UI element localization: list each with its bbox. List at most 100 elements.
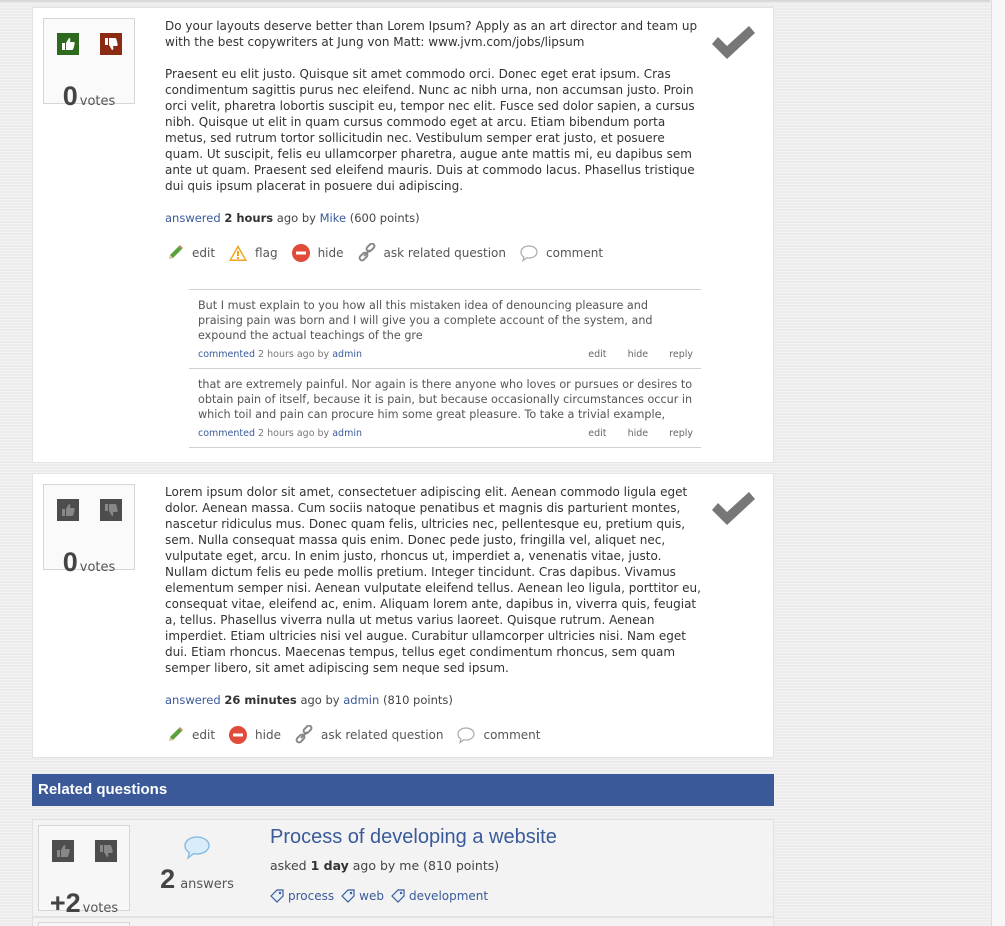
hide-label: hide (255, 728, 281, 742)
comment-edit-button[interactable]: edit (588, 428, 606, 439)
answer-item: 0 votes Lorem ipsum dolor sit amet, conse… (32, 473, 774, 758)
answer-ago-by: ago by (276, 211, 316, 225)
vote-up-button[interactable] (57, 33, 79, 55)
vote-label: votes (79, 94, 116, 109)
answer-user-link[interactable]: admin (343, 693, 379, 707)
tag-link[interactable]: development (391, 889, 488, 903)
comment-meta: commented 2 hours ago by admin edit hide… (198, 347, 693, 362)
asked-time: 1 day (310, 858, 349, 873)
no-entry-icon (291, 243, 311, 263)
answer-user-link[interactable]: Mike (320, 211, 346, 225)
comment-time: 2 hours ago by (258, 428, 330, 439)
comment-time: 2 hours ago by (258, 349, 330, 360)
thumbs-down-icon (105, 38, 118, 50)
vote-up-button[interactable] (57, 499, 79, 521)
answer-paragraph: Do your layouts deserve better than Lore… (165, 19, 698, 49)
comment-reply-button[interactable]: reply (669, 349, 693, 360)
answer-item: 0 votes Do your layouts deserve better th… (32, 7, 774, 463)
answer-meta: answered 2 hours ago by Mike (600 points… (165, 210, 703, 226)
comment-edit-button[interactable]: edit (588, 349, 606, 360)
speech-bubble-icon (456, 725, 476, 745)
flag-label: flag (255, 246, 278, 260)
edit-label: edit (192, 728, 216, 742)
vote-box: +2 votes (38, 825, 130, 918)
comment-actions: edit hide reply (570, 426, 693, 441)
flag-button[interactable]: flag (228, 243, 278, 263)
vote-label: votes (79, 560, 116, 575)
comment-hide-button[interactable]: hide (628, 349, 649, 360)
tag-link[interactable]: process (270, 889, 334, 903)
comment-label: comment (483, 728, 541, 742)
answer-content: Do your layouts deserve better than Lore… (165, 18, 703, 263)
accept-answer-check-icon[interactable] (709, 24, 757, 62)
comment-user-link[interactable]: admin (332, 349, 362, 360)
related-question-meta: asked 1 day ago by me (810 points) (270, 858, 499, 873)
ask-related-label: ask related question (321, 728, 444, 742)
related-question-title[interactable]: Process of developing a website (270, 826, 557, 849)
related-questions-header: Related questions (32, 774, 774, 806)
warning-icon (228, 243, 248, 263)
hide-button[interactable]: hide (228, 725, 281, 745)
answer-actions: edit flag hide ask related question comm… (165, 243, 703, 263)
tag-label: web (359, 889, 384, 903)
accept-answer-check-icon[interactable] (709, 490, 757, 528)
comment-button[interactable]: comment (519, 243, 603, 263)
tag-link[interactable]: web (341, 889, 384, 903)
comment-user-link[interactable]: admin (332, 428, 362, 439)
ask-related-label: ask related question (383, 246, 507, 260)
vote-count: +2 votes (39, 888, 129, 919)
thumbs-up-icon (62, 504, 75, 516)
vote-count: 0 votes (44, 547, 134, 578)
thumbs-up-icon (57, 845, 70, 857)
no-entry-icon (228, 725, 248, 745)
vote-up-button[interactable] (52, 840, 74, 862)
comment-actions: edit hide reply (570, 347, 693, 362)
edit-button[interactable]: edit (165, 243, 215, 263)
thumbs-up-icon (62, 38, 75, 50)
answer-content: Lorem ipsum dolor sit amet, consectetuer… (165, 484, 703, 745)
answered-link[interactable]: answered (165, 693, 221, 707)
thumbs-down-icon (100, 845, 113, 857)
answer-actions: edit hide ask related question comment (165, 725, 703, 745)
answer-time: 26 minutes (224, 693, 297, 707)
related-question-item: +2 votes 2 answers Process of developing … (32, 819, 774, 918)
comment-list: But I must explain to you how all this m… (189, 289, 701, 448)
vote-down-button[interactable] (95, 840, 117, 862)
hide-button[interactable]: hide (291, 243, 344, 263)
related-question-item-partial (32, 917, 774, 926)
comment-label: comment (546, 246, 604, 260)
answered-link[interactable]: answered (165, 211, 221, 225)
top-divider (0, 0, 990, 2)
ask-related-question-button[interactable]: ask related question (357, 243, 506, 263)
comment-hide-button[interactable]: hide (628, 428, 649, 439)
vote-box: 0 votes (43, 484, 135, 577)
commented-link[interactable]: commented (198, 349, 255, 360)
answer-user-points: (810 points) (382, 693, 453, 707)
vote-label: votes (82, 901, 119, 916)
comment-text: But I must explain to you how all this m… (198, 299, 653, 342)
vote-down-button[interactable] (100, 499, 122, 521)
asked-rest: ago by me (810 points) (352, 858, 500, 873)
vote-count: 0 votes (44, 81, 134, 112)
answer-paragraph: Praesent eu elit justo. Quisque sit amet… (165, 67, 695, 193)
comment-item: that are extremely painful. Nor again is… (189, 369, 701, 448)
comment-item: But I must explain to you how all this m… (189, 290, 701, 369)
commented-link[interactable]: commented (198, 428, 255, 439)
answer-user-points: (600 points) (349, 211, 420, 225)
chain-link-icon (294, 725, 314, 745)
comment-button[interactable]: comment (456, 725, 541, 745)
tag-label: process (288, 889, 335, 903)
right-scroll-area (991, 0, 1005, 926)
answers-number: 2 (160, 864, 176, 894)
vote-down-button[interactable] (100, 33, 122, 55)
answers-count-box: 2 answers (151, 834, 243, 895)
answer-meta: answered 26 minutes ago by admin (810 po… (165, 692, 703, 708)
tag-icon (270, 889, 284, 903)
answer-paragraph: Lorem ipsum dolor sit amet, consectetuer… (165, 485, 701, 675)
tag-list: process web development (270, 889, 495, 903)
edit-button[interactable]: edit (165, 725, 215, 745)
vote-box (38, 922, 130, 926)
ask-related-question-button[interactable]: ask related question (294, 725, 443, 745)
hide-label: hide (317, 246, 344, 260)
comment-reply-button[interactable]: reply (669, 428, 693, 439)
